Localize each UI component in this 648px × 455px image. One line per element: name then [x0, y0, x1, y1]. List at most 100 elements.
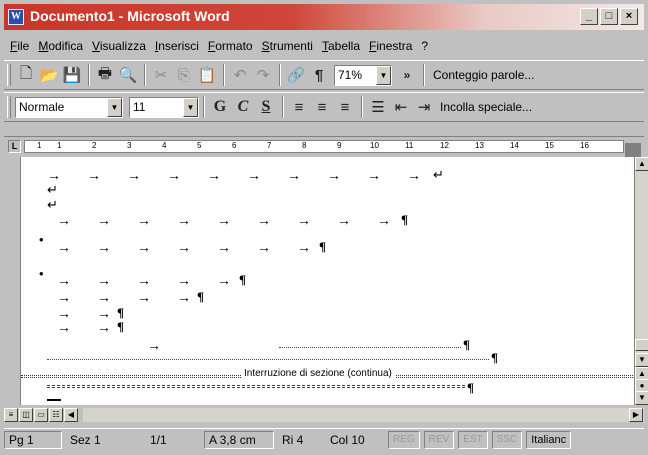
scroll-thumb[interactable]: [635, 339, 648, 351]
ruler-number: 3: [127, 141, 132, 150]
status-rev[interactable]: REV: [423, 430, 455, 449]
show-formatting-icon[interactable]: ¶: [308, 64, 330, 86]
outline-view-icon[interactable]: ☷: [49, 408, 63, 422]
cut-icon[interactable]: ✂: [150, 64, 172, 86]
paste-icon[interactable]: 📋: [196, 64, 218, 86]
status-ext[interactable]: EST: [458, 430, 488, 449]
chevron-down-icon[interactable]: ▼: [376, 65, 391, 85]
word-app-icon[interactable]: W: [8, 9, 24, 25]
align-center-icon[interactable]: ≡: [311, 96, 333, 118]
scroll-right-icon[interactable]: ▶: [629, 408, 643, 422]
toolbar-separator: [282, 96, 284, 118]
ruler-strip[interactable]: 1 1 2 3 4 5 6 7 8 9 10 11 12 13 14 15 16: [24, 140, 641, 158]
menu-formato[interactable]: Formato: [208, 39, 253, 53]
normal-view-icon[interactable]: ≡: [4, 408, 18, 422]
close-button[interactable]: ×: [620, 8, 638, 25]
bullets-icon[interactable]: ☰: [367, 96, 389, 118]
redo-icon[interactable]: ↷: [252, 64, 274, 86]
align-left-icon[interactable]: ≡: [288, 96, 310, 118]
italic-button[interactable]: C: [232, 96, 254, 118]
title-bar[interactable]: W Documento1 - Microsoft Word _ □ ×: [4, 4, 644, 30]
web-layout-icon[interactable]: ◫: [19, 408, 33, 422]
tab-mark: →: [47, 167, 61, 183]
menu-modifica[interactable]: Modifica: [38, 39, 83, 53]
line-break-mark: ↵: [47, 182, 58, 197]
menu-bar: File Modifica Visualizza Inserisci Forma…: [4, 34, 644, 58]
open-folder-icon[interactable]: 📂: [38, 64, 60, 86]
status-language[interactable]: Italianc: [526, 430, 572, 449]
ruler-number: 16: [580, 141, 589, 150]
chevron-down-icon[interactable]: ▼: [183, 97, 198, 117]
justify-icon[interactable]: ≡: [334, 96, 356, 118]
print-icon[interactable]: 🖶: [94, 64, 116, 86]
horizontal-scrollbar[interactable]: ▶: [83, 408, 644, 422]
tab-mark: →: [177, 289, 191, 305]
print-preview-icon[interactable]: 🔍: [117, 64, 139, 86]
bold-button[interactable]: G: [209, 96, 231, 118]
paste-special-button[interactable]: Incolla speciale...: [436, 96, 536, 118]
paragraph-mark: ¶: [467, 380, 475, 395]
tab-mark: →: [257, 239, 271, 255]
style-select[interactable]: Normale ▼: [15, 96, 123, 118]
horizontal-ruler[interactable]: L 1 1 2 3 4 5 6 7 8 9 10 11 12 13 14 15 …: [4, 136, 644, 158]
toolbar-overflow-icon[interactable]: »: [396, 64, 418, 86]
chevron-down-icon[interactable]: ▼: [107, 97, 122, 117]
paragraph-mark: ¶: [463, 337, 471, 352]
font-size-select[interactable]: 11 ▼: [129, 96, 199, 118]
next-page-icon[interactable]: ▼: [635, 391, 648, 405]
vertical-scrollbar[interactable]: ▲ ▼ ▲ ● ▼: [634, 157, 648, 405]
tab-mark: →: [137, 289, 151, 305]
menu-strumenti[interactable]: Strumenti: [262, 39, 313, 53]
word-count-button[interactable]: Conteggio parole...: [429, 64, 538, 86]
minimize-button[interactable]: _: [580, 8, 598, 25]
maximize-button[interactable]: □: [600, 8, 618, 25]
window-title: Documento1 - Microsoft Word: [30, 8, 230, 24]
toolbar-separator: [144, 64, 146, 86]
undo-icon[interactable]: ↶: [229, 64, 251, 86]
style-value: Normale: [19, 100, 65, 114]
tab-stop-selector[interactable]: L: [8, 140, 21, 153]
tab-mark: →: [87, 167, 101, 183]
print-layout-icon[interactable]: ▭: [34, 408, 48, 422]
scroll-left-icon[interactable]: ◀: [64, 408, 78, 422]
copy-icon[interactable]: ⎘: [173, 64, 195, 86]
font-size-value: 11: [133, 100, 146, 114]
status-ovr[interactable]: SSC: [491, 430, 523, 449]
formatting-toolbar: Normale ▼ 11 ▼ G C S ≡ ≡ ≡ ☰ ⇤ ⇥ Incolla…: [4, 92, 644, 122]
menu-help[interactable]: ?: [421, 39, 428, 53]
tab-mark: →: [337, 212, 351, 228]
menu-file[interactable]: File: [10, 39, 29, 53]
increase-indent-icon[interactable]: ⇥: [413, 96, 435, 118]
right-margin-marker[interactable]: [625, 143, 641, 158]
save-icon[interactable]: 💾: [61, 64, 83, 86]
status-rec[interactable]: REG: [388, 430, 420, 449]
section-break: Interruzione di sezione (continua): [21, 368, 634, 380]
menu-tabella[interactable]: Tabella: [322, 39, 360, 53]
hyperlink-icon[interactable]: 🔗: [285, 64, 307, 86]
tab-mark: →: [147, 337, 161, 353]
menu-visualizza[interactable]: Visualizza: [92, 39, 146, 53]
tab-mark: →: [217, 239, 231, 255]
menu-finestra[interactable]: Finestra: [369, 39, 412, 53]
new-document-icon[interactable]: 🗋: [15, 64, 37, 86]
ruler-number: 7: [267, 141, 272, 150]
toolbar-separator: [361, 96, 363, 118]
tab-mark: →: [297, 212, 311, 228]
toolbar-separator: [423, 64, 425, 86]
zoom-select[interactable]: 71% ▼: [334, 64, 392, 86]
underline-button[interactable]: S: [255, 96, 277, 118]
decrease-indent-icon[interactable]: ⇤: [390, 96, 412, 118]
document-area[interactable]: → → → → → → → → → → ↵ ↵ ↵ → → → → → → → …: [20, 157, 634, 405]
ruler-number: 8: [302, 141, 307, 150]
status-pages: 1/1: [150, 432, 167, 447]
paragraph-mark: ¶: [197, 289, 205, 304]
tab-mark: →: [137, 212, 151, 228]
scroll-down-icon[interactable]: ▼: [635, 353, 648, 367]
menu-inserisci[interactable]: Inserisci: [155, 39, 199, 53]
dotted-leader: [279, 347, 461, 348]
toolbar-grip[interactable]: [7, 96, 11, 118]
ruler-number: 4: [162, 141, 167, 150]
toolbar-grip[interactable]: [7, 64, 11, 86]
tab-mark: →: [57, 305, 71, 321]
scroll-up-icon[interactable]: ▲: [635, 157, 648, 171]
